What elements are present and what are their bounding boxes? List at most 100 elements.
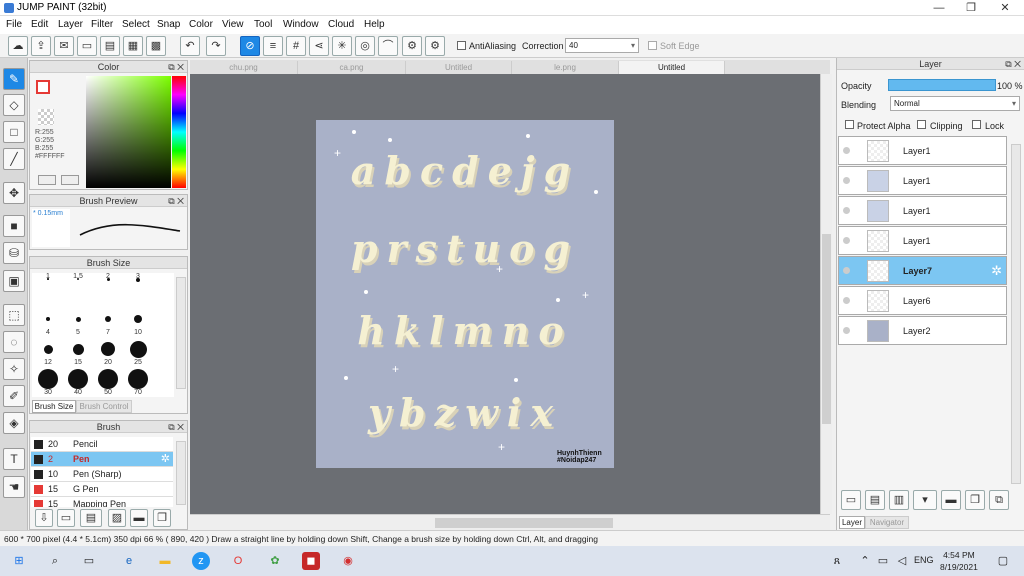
palette-menu-button[interactable]	[61, 175, 79, 185]
snap-off-icon[interactable]: ⊘	[240, 36, 260, 56]
grid-snap-icon[interactable]: #	[286, 36, 306, 56]
chevron-up-icon[interactable]: ⌃	[856, 552, 874, 570]
menu-view[interactable]: View	[222, 19, 244, 30]
menu-filter[interactable]: Filter	[91, 19, 113, 30]
menu-window[interactable]: Window	[283, 19, 319, 30]
brush-size-cell[interactable]: 1	[34, 273, 62, 305]
close-button[interactable]: ✕	[988, 0, 1022, 16]
new-brush-icon[interactable]: ▭	[57, 509, 75, 527]
brush-size-cell[interactable]: 1.5	[64, 273, 92, 305]
export-icon[interactable]: ▩	[146, 36, 166, 56]
shape-tool-icon[interactable]: □	[3, 121, 25, 143]
brush-size-cell[interactable]: 12	[34, 335, 62, 366]
gear-icon[interactable]: ✲	[991, 263, 1002, 279]
brush-size-scrollbar[interactable]	[176, 277, 186, 389]
menu-select[interactable]: Select	[122, 19, 150, 30]
magic-wand-icon[interactable]: ✧	[3, 358, 25, 380]
search-icon[interactable]: ⌕	[46, 552, 64, 570]
add-brush-icon[interactable]: ▤	[80, 509, 102, 527]
menu-cloud[interactable]: Cloud	[328, 19, 354, 30]
brush-item[interactable]: 2 Pen ✲	[31, 452, 173, 467]
brush-size-cell[interactable]: 30	[34, 365, 62, 396]
hand-tool-icon[interactable]: ☚	[3, 476, 25, 498]
save-icon[interactable]: ▦	[123, 36, 143, 56]
curve-snap-icon[interactable]: ⌒	[378, 36, 398, 56]
close-icon[interactable]: ⧉ ✕	[168, 195, 184, 207]
undo-icon[interactable]: ↶	[180, 36, 200, 56]
brush-size-cell[interactable]: 2	[94, 273, 122, 305]
tab-chu[interactable]: chu.png	[190, 61, 298, 74]
windows-start-icon[interactable]: ⊞	[10, 552, 28, 570]
transparent-swatch[interactable]	[38, 109, 54, 125]
gear-icon[interactable]: ✲	[161, 452, 170, 465]
volume-icon[interactable]: ◁	[893, 552, 911, 570]
paint-app-icon[interactable]: ✿	[266, 552, 284, 570]
select-pen-icon[interactable]: ✐	[3, 385, 25, 407]
tab-untitled-1[interactable]: Untitled	[406, 61, 512, 74]
brush-size-cell[interactable]: 7	[94, 305, 122, 336]
artwork-canvas[interactable]: abcdejg prstuog hklmno ybzwix + + + + +	[316, 120, 614, 468]
opacity-slider[interactable]	[888, 79, 996, 91]
layer-row[interactable]: Layer1	[838, 196, 1007, 225]
antialiasing-checkbox[interactable]	[457, 41, 466, 50]
brush-size-cell[interactable]: 5	[64, 305, 92, 336]
layer-row[interactable]: Layer1	[838, 226, 1007, 255]
canvas-vertical-scrollbar[interactable]	[820, 74, 832, 514]
snap-settings-icon[interactable]: ⚙	[425, 36, 445, 56]
maximize-button[interactable]: ❐	[954, 0, 988, 16]
brush-settings-icon[interactable]: ▨	[108, 509, 126, 527]
merge-layer-icon[interactable]: ⧉	[989, 490, 1009, 510]
brush-size-cell[interactable]: 10	[124, 305, 152, 336]
brush-item[interactable]: 10 Pen (Sharp)	[31, 467, 173, 482]
comment-icon[interactable]: ✉	[54, 36, 74, 56]
brush-item[interactable]: 20 Pencil	[31, 437, 173, 452]
duplicate-brush-icon[interactable]: ❐	[153, 509, 171, 527]
select-icon[interactable]: ⬚	[3, 304, 25, 326]
navigator-tab[interactable]: Navigator	[865, 516, 909, 529]
notification-icon[interactable]: ▢	[994, 552, 1012, 570]
brush-size-cell[interactable]: 40	[64, 365, 92, 396]
opera-icon[interactable]: O	[229, 552, 247, 570]
brush-size-cell[interactable]: 70	[124, 365, 152, 396]
lock-checkbox[interactable]	[972, 120, 981, 129]
visibility-icon[interactable]	[843, 147, 850, 154]
brush-size-cell[interactable]: 15	[64, 335, 92, 366]
menu-layer[interactable]: Layer	[58, 19, 83, 30]
rectangle-fill-icon[interactable]: ■	[3, 215, 25, 237]
menu-tool[interactable]: Tool	[254, 19, 272, 30]
palette-button[interactable]	[38, 175, 56, 185]
vanish-snap-icon[interactable]: ⋖	[309, 36, 329, 56]
file-explorer-icon[interactable]: ▬	[156, 552, 174, 570]
cloud-download-icon[interactable]: ⇩	[35, 509, 53, 527]
redo-icon[interactable]: ↷	[206, 36, 226, 56]
brush-tool-icon[interactable]: ✎	[3, 68, 25, 90]
open-file-icon[interactable]: ▤	[100, 36, 120, 56]
foreground-color-swatch[interactable]	[36, 80, 50, 94]
brush-size-cell[interactable]: 4	[34, 305, 62, 336]
network-icon[interactable]: ▭	[874, 552, 892, 570]
brush-folder-icon[interactable]: ▬	[130, 509, 148, 527]
language-indicator[interactable]: ENG	[914, 555, 934, 565]
clipping-checkbox[interactable]	[917, 120, 926, 129]
task-view-icon[interactable]: ▭	[80, 552, 98, 570]
people-icon[interactable]: ጸ	[828, 552, 846, 570]
close-icon[interactable]: ⧉ ✕	[168, 61, 184, 73]
gradient-icon[interactable]: ▣	[3, 270, 25, 292]
bucket-icon[interactable]: ⛁	[3, 242, 25, 264]
brush-size-cell[interactable]: 20	[94, 335, 122, 366]
parallel-snap-icon[interactable]: ≡	[263, 36, 283, 56]
brush-size-cell[interactable]: 3	[124, 273, 152, 305]
ibis-paint-icon[interactable]: ◼	[302, 552, 320, 570]
soft-edge-checkbox[interactable]	[648, 41, 657, 50]
new-halftone-layer-icon[interactable]: ▤	[865, 490, 885, 510]
zalo-icon[interactable]: z	[192, 552, 210, 570]
visibility-icon[interactable]	[843, 267, 850, 274]
menu-snap[interactable]: Snap	[157, 19, 180, 30]
blending-select[interactable]: Normal ▾	[890, 96, 1020, 111]
duplicate-layer-icon[interactable]: ❐	[965, 490, 985, 510]
layer-folder-icon[interactable]: ▬	[941, 490, 961, 510]
tab-le[interactable]: le.png	[512, 61, 619, 74]
brush-item[interactable]: 15 G Pen	[31, 482, 173, 497]
add-layer-icon[interactable]: ▥	[889, 490, 909, 510]
clock[interactable]: 4:54 PM 8/19/2021	[940, 549, 978, 573]
